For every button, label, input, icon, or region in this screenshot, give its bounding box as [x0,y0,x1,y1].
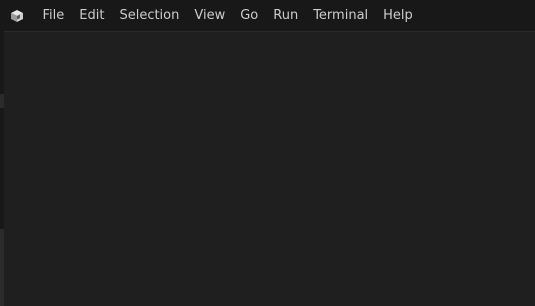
menu-view[interactable]: View [187,0,233,31]
menu-go[interactable]: Go [233,0,266,31]
app-window: File Edit Selection View Go Run Terminal… [0,0,535,306]
workbench [0,31,535,306]
menu-terminal[interactable]: Terminal [306,0,376,31]
menu-bar: File Edit Selection View Go Run Terminal… [35,0,420,31]
app-logo-icon [9,8,25,24]
menu-help[interactable]: Help [376,0,421,31]
menu-run[interactable]: Run [266,0,306,31]
menu-file[interactable]: File [35,0,72,31]
title-bar: File Edit Selection View Go Run Terminal… [0,0,535,31]
menu-selection[interactable]: Selection [112,0,187,31]
editor-area[interactable] [4,31,535,306]
menu-edit[interactable]: Edit [72,0,112,31]
